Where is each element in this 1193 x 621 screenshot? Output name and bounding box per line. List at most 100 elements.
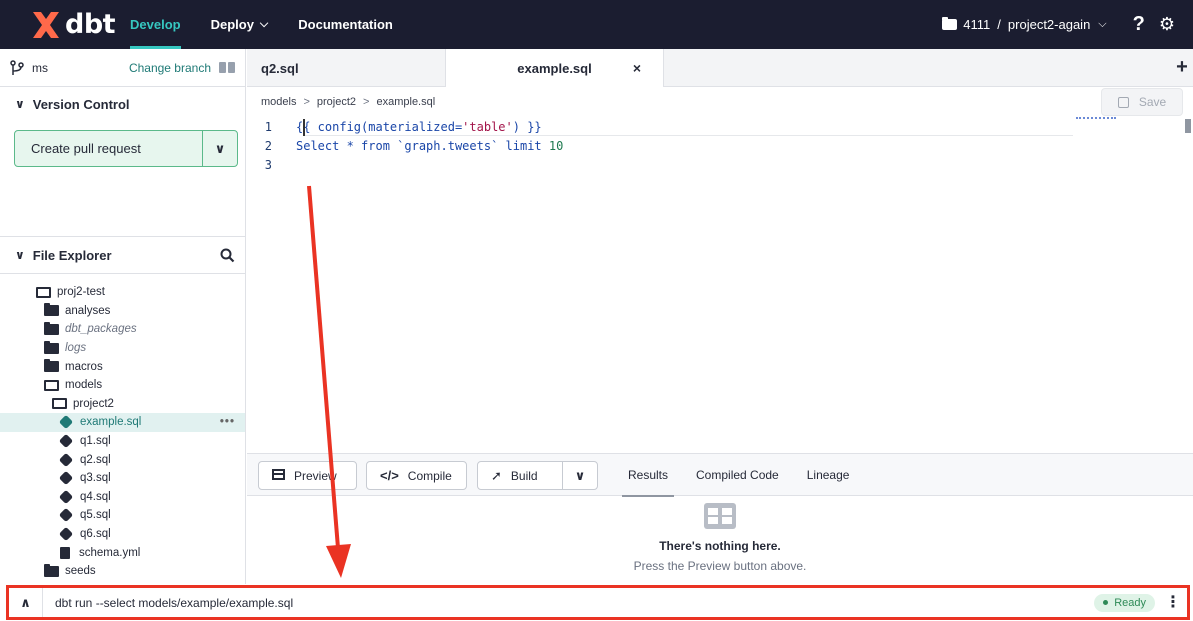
tree-item[interactable]: models bbox=[0, 376, 245, 395]
git-branch-icon bbox=[10, 59, 24, 75]
empty-table-icon bbox=[704, 503, 736, 529]
tree-item[interactable]: q2.sql bbox=[0, 450, 245, 469]
tree-item-label: seeds bbox=[65, 565, 96, 578]
version-control-header[interactable]: ∨ Version Control bbox=[0, 87, 245, 121]
add-tab-icon[interactable]: + bbox=[1171, 49, 1193, 86]
help-icon[interactable]: ? bbox=[1133, 13, 1145, 36]
tab-example-sql[interactable]: example.sql × bbox=[446, 49, 664, 87]
breadcrumb-item[interactable]: project2 bbox=[317, 96, 356, 108]
compile-label: Compile bbox=[407, 468, 452, 483]
code-editor[interactable]: 1 {{ config(materialized='table') }} 2 S… bbox=[247, 117, 1193, 453]
tree-item-label: models bbox=[65, 379, 103, 392]
folder-icon bbox=[44, 321, 59, 335]
file-explorer-title: File Explorer bbox=[32, 247, 112, 263]
dbt-logo[interactable]: dbt bbox=[30, 9, 130, 41]
tree-item[interactable]: q6.sql bbox=[0, 525, 245, 544]
project-name: project2-again bbox=[1007, 17, 1091, 32]
status-badge: Ready bbox=[1094, 593, 1155, 612]
table-icon bbox=[272, 468, 285, 483]
branch-name: ms bbox=[32, 60, 48, 75]
chevron-down-icon: ⌵ bbox=[259, 18, 269, 30]
close-icon[interactable]: × bbox=[633, 60, 641, 76]
breadcrumb-item[interactable]: models bbox=[261, 96, 296, 108]
model-icon bbox=[58, 433, 74, 449]
project-selector[interactable]: 4111 / project2-again ⌵ bbox=[942, 17, 1107, 32]
tree-item[interactable]: analyses bbox=[0, 302, 245, 321]
tab-results-label: Results bbox=[628, 468, 669, 482]
file-tree: proj2-test analyses dbt_packageslogs macros… bbox=[0, 283, 245, 581]
project-id: 4111 bbox=[963, 17, 991, 32]
project-separator: / bbox=[997, 17, 1001, 32]
code-line: 2 Select * from `graph.tweets` limit 10 bbox=[247, 136, 1193, 155]
model-icon bbox=[58, 452, 74, 467]
tab-label: q2.sql bbox=[261, 60, 299, 76]
tab-compiled-code[interactable]: Compiled Code bbox=[682, 454, 793, 496]
tab-results[interactable]: Results bbox=[614, 454, 682, 497]
tree-item-label: q2.sql bbox=[80, 453, 111, 466]
editor-scrollbar[interactable] bbox=[1185, 119, 1191, 133]
more-icon[interactable]: ••• bbox=[220, 416, 235, 428]
tree-item[interactable]: q5.sql bbox=[0, 506, 245, 525]
chevron-up-icon[interactable]: ∧ bbox=[9, 588, 43, 617]
command-input[interactable]: dbt run --select models/example/example.… bbox=[43, 596, 293, 610]
search-icon[interactable] bbox=[220, 248, 235, 263]
model-icon bbox=[58, 526, 74, 542]
tree-item[interactable]: macros bbox=[0, 357, 245, 376]
chevron-down-icon[interactable]: ∨ bbox=[202, 131, 237, 166]
tree-item[interactable]: q3.sql bbox=[0, 469, 245, 488]
tree-item[interactable]: proj2-test bbox=[0, 283, 245, 302]
tree-item[interactable]: example.sql ••• bbox=[0, 413, 245, 432]
tree-item-label: q4.sql bbox=[80, 490, 111, 503]
tree-item[interactable]: q4.sql bbox=[0, 488, 245, 507]
tree-item-label: q1.sql bbox=[80, 435, 111, 448]
brand-text: dbt bbox=[65, 9, 116, 40]
tab-lineage[interactable]: Lineage bbox=[793, 454, 864, 496]
version-control-title: Version Control bbox=[32, 96, 130, 112]
chevron-down-icon[interactable]: ∨ bbox=[562, 462, 597, 489]
preview-button[interactable]: Preview bbox=[258, 461, 357, 490]
file-explorer-header[interactable]: ∨ File Explorer bbox=[0, 236, 245, 274]
tree-item-label: example.sql bbox=[80, 416, 142, 429]
tree-item[interactable]: seeds bbox=[0, 562, 245, 581]
code-text: Select * from `graph.tweets` limit 10 bbox=[296, 138, 564, 153]
empty-title: There's nothing here. bbox=[659, 539, 781, 553]
tree-item-label: proj2-test bbox=[57, 286, 105, 299]
tree-item-label: dbt_packages bbox=[65, 323, 137, 336]
book-icon[interactable] bbox=[219, 62, 235, 73]
status-label: Ready bbox=[1114, 596, 1146, 609]
tab-compiled-code-label: Compiled Code bbox=[696, 468, 779, 482]
preview-label: Preview bbox=[294, 468, 337, 483]
gear-icon[interactable]: ⚙ bbox=[1159, 14, 1175, 35]
nav-develop[interactable]: Develop bbox=[130, 0, 181, 49]
nav-documentation-label: Documentation bbox=[298, 17, 393, 32]
save-button[interactable]: Save bbox=[1101, 88, 1183, 116]
nav-right: 4111 / project2-again ⌵ ? ⚙ bbox=[942, 13, 1193, 36]
tree-item[interactable]: schema.yml bbox=[0, 543, 245, 562]
panel-toolbar: Preview </> Compile ➚ Build ∨ Results Co… bbox=[247, 454, 1193, 497]
compile-button[interactable]: </> Compile bbox=[366, 461, 467, 490]
nav-documentation[interactable]: Documentation bbox=[298, 0, 393, 49]
tree-item[interactable]: q1.sql bbox=[0, 432, 245, 451]
tree-item-label: q5.sql bbox=[80, 509, 111, 522]
model-icon bbox=[58, 489, 74, 505]
results-tabs: Results Compiled Code Lineage bbox=[614, 454, 864, 497]
build-button[interactable]: ➚ Build ∨ bbox=[477, 461, 598, 490]
tree-item[interactable]: project2 bbox=[0, 395, 245, 414]
minimap[interactable] bbox=[1076, 117, 1116, 121]
text-cursor bbox=[303, 119, 305, 136]
create-pr-button[interactable]: Create pull request ∨ bbox=[14, 130, 238, 167]
chevron-down-icon: ∨ bbox=[15, 248, 25, 262]
tab-q2-sql[interactable]: q2.sql bbox=[247, 49, 446, 87]
tab-lineage-label: Lineage bbox=[806, 468, 850, 482]
tab-label: example.sql bbox=[517, 60, 592, 76]
change-branch-link[interactable]: Change branch bbox=[129, 61, 211, 75]
tree-item[interactable]: dbt_packages bbox=[0, 320, 245, 339]
model-icon bbox=[58, 508, 74, 523]
empty-subtitle: Press the Preview button above. bbox=[633, 559, 807, 573]
nav-deploy[interactable]: Deploy ⌵ bbox=[211, 0, 269, 49]
more-vertical-icon[interactable]: ⋮ bbox=[1165, 594, 1181, 611]
tree-item-label: schema.yml bbox=[79, 546, 141, 559]
nav-develop-label: Develop bbox=[130, 17, 181, 32]
tree-item[interactable]: logs bbox=[0, 339, 245, 358]
code-line: 1 {{ config(materialized='table') }} bbox=[247, 117, 1193, 136]
